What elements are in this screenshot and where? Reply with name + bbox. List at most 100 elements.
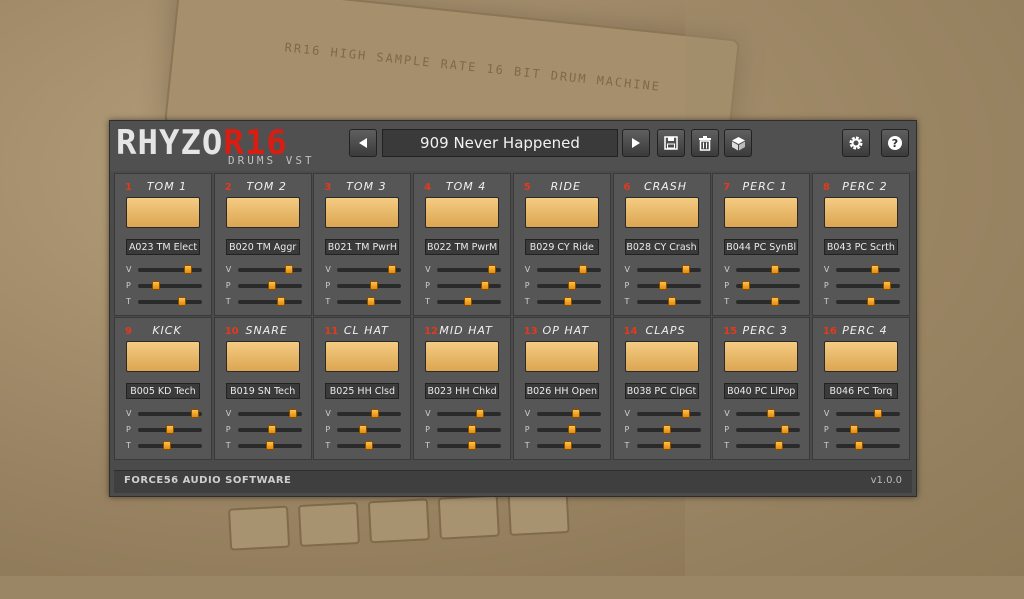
tune-slider[interactable] — [138, 297, 202, 306]
velocity-slider[interactable] — [835, 409, 900, 418]
velocity-slider[interactable] — [736, 409, 801, 418]
pan-slider[interactable] — [636, 281, 701, 290]
pan-slider-knob[interactable] — [658, 281, 667, 290]
pan-slider-knob[interactable] — [849, 425, 858, 434]
random-preset-button[interactable] — [724, 129, 752, 157]
velocity-slider-knob[interactable] — [289, 409, 298, 418]
pan-slider[interactable] — [337, 425, 402, 434]
velocity-slider[interactable] — [536, 409, 601, 418]
velocity-slider[interactable] — [337, 409, 402, 418]
velocity-slider[interactable] — [237, 265, 302, 274]
tune-slider-knob[interactable] — [667, 297, 676, 306]
velocity-slider-knob[interactable] — [873, 409, 882, 418]
tune-slider-knob[interactable] — [866, 297, 875, 306]
sample-selector[interactable]: A023 TM Elect — [126, 239, 200, 255]
velocity-slider-knob[interactable] — [578, 265, 587, 274]
velocity-slider[interactable] — [636, 265, 701, 274]
velocity-slider-knob[interactable] — [766, 409, 775, 418]
pan-slider[interactable] — [437, 281, 502, 290]
velocity-slider[interactable] — [237, 409, 302, 418]
delete-preset-button[interactable] — [691, 129, 719, 157]
velocity-slider[interactable] — [138, 265, 202, 274]
preset-name-display[interactable]: 909 Never Happened — [382, 129, 618, 157]
drum-pad[interactable] — [724, 197, 799, 228]
pan-slider[interactable] — [138, 281, 202, 290]
pan-slider-knob[interactable] — [663, 425, 672, 434]
drum-pad[interactable] — [724, 341, 799, 372]
drum-pad[interactable] — [624, 197, 699, 228]
velocity-slider-knob[interactable] — [387, 265, 396, 274]
drum-pad[interactable] — [225, 341, 300, 372]
velocity-slider-knob[interactable] — [770, 265, 779, 274]
tune-slider[interactable] — [835, 441, 900, 450]
pan-slider-knob[interactable] — [268, 281, 277, 290]
drum-pad[interactable] — [325, 197, 400, 228]
sample-selector[interactable]: B026 HH Open — [524, 383, 599, 399]
next-preset-button[interactable] — [622, 129, 650, 157]
velocity-slider-knob[interactable] — [284, 265, 293, 274]
pan-slider-knob[interactable] — [152, 281, 160, 290]
tune-slider-knob[interactable] — [366, 297, 375, 306]
drum-pad[interactable] — [325, 341, 400, 372]
velocity-slider-knob[interactable] — [488, 265, 497, 274]
pan-slider-knob[interactable] — [268, 425, 277, 434]
sample-selector[interactable]: B040 PC LlPop — [724, 383, 799, 399]
velocity-slider-knob[interactable] — [682, 265, 691, 274]
pan-slider-knob[interactable] — [567, 281, 576, 290]
tune-slider[interactable] — [636, 297, 701, 306]
pan-slider-knob[interactable] — [467, 425, 476, 434]
velocity-slider[interactable] — [835, 265, 900, 274]
tune-slider-knob[interactable] — [163, 441, 172, 450]
tune-slider[interactable] — [736, 441, 801, 450]
tune-slider[interactable] — [437, 297, 502, 306]
pan-slider[interactable] — [337, 281, 402, 290]
tune-slider[interactable] — [337, 297, 402, 306]
sample-selector[interactable]: B023 HH Chkd — [425, 383, 500, 399]
sample-selector[interactable]: B021 TM PwrH — [325, 239, 400, 255]
pan-slider[interactable] — [138, 425, 202, 434]
tune-slider[interactable] — [337, 441, 402, 450]
tune-slider[interactable] — [237, 441, 302, 450]
prev-preset-button[interactable] — [349, 129, 377, 157]
settings-button[interactable] — [842, 129, 870, 157]
pan-slider-knob[interactable] — [369, 281, 378, 290]
pan-slider[interactable] — [237, 281, 302, 290]
velocity-slider[interactable] — [437, 409, 502, 418]
sample-selector[interactable]: B044 PC SynBl — [724, 239, 799, 255]
tune-slider[interactable] — [237, 297, 302, 306]
tune-slider-knob[interactable] — [265, 441, 274, 450]
velocity-slider-knob[interactable] — [476, 409, 485, 418]
tune-slider-knob[interactable] — [563, 441, 572, 450]
pan-slider-knob[interactable] — [358, 425, 367, 434]
drum-pad[interactable] — [225, 197, 300, 228]
tune-slider[interactable] — [636, 441, 701, 450]
tune-slider-knob[interactable] — [365, 441, 374, 450]
tune-slider[interactable] — [536, 297, 601, 306]
tune-slider-knob[interactable] — [663, 441, 672, 450]
velocity-slider[interactable] — [636, 409, 701, 418]
pan-slider[interactable] — [835, 281, 900, 290]
tune-slider-knob[interactable] — [463, 297, 472, 306]
drum-pad[interactable] — [524, 197, 599, 228]
sample-selector[interactable]: B046 PC Torq — [823, 383, 898, 399]
velocity-slider[interactable] — [138, 409, 202, 418]
velocity-slider-knob[interactable] — [370, 409, 379, 418]
pan-slider[interactable] — [237, 425, 302, 434]
sample-selector[interactable]: B022 TM PwrM — [425, 239, 500, 255]
pan-slider[interactable] — [437, 425, 502, 434]
tune-slider-knob[interactable] — [770, 297, 779, 306]
tune-slider-knob[interactable] — [563, 297, 572, 306]
tune-slider-knob[interactable] — [276, 297, 285, 306]
pan-slider-knob[interactable] — [166, 425, 174, 434]
velocity-slider[interactable] — [437, 265, 502, 274]
tune-slider-knob[interactable] — [775, 441, 784, 450]
tune-slider[interactable] — [138, 441, 202, 450]
help-button[interactable]: ? — [881, 129, 909, 157]
sample-selector[interactable]: B005 KD Tech — [126, 383, 200, 399]
drum-pad[interactable] — [624, 341, 699, 372]
drum-pad[interactable] — [823, 197, 898, 228]
tune-slider-knob[interactable] — [467, 441, 476, 450]
sample-selector[interactable]: B028 CY Crash — [624, 239, 699, 255]
drum-pad[interactable] — [823, 341, 898, 372]
pan-slider[interactable] — [536, 425, 601, 434]
